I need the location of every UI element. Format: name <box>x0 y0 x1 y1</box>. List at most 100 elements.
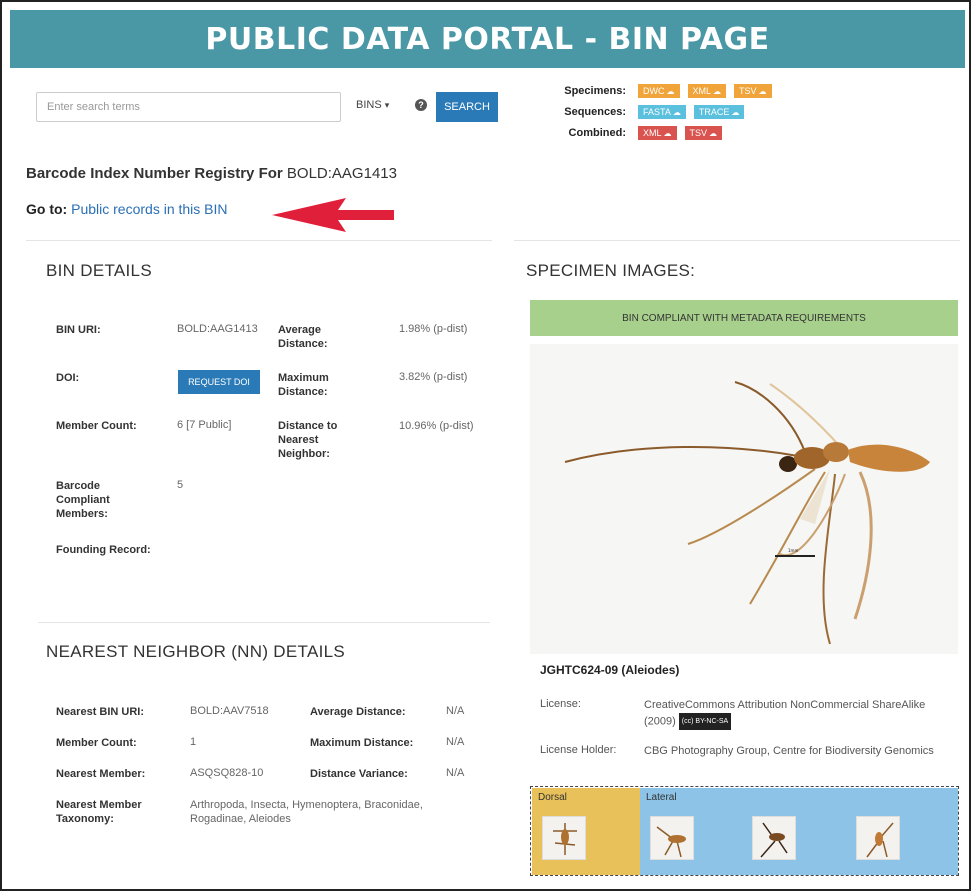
nearest-member-taxonomy-value: Arthropoda, Insecta, Hymenoptera, Bracon… <box>190 799 423 825</box>
nearest-member-value: ASQSQ828-10 <box>190 767 264 779</box>
nn-maximum-distance-label: Maximum Distance: <box>310 737 414 749</box>
license-holder-label: License Holder: <box>540 744 617 756</box>
public-records-link[interactable]: Public records in this BIN <box>71 201 227 217</box>
license-label: License: <box>540 698 581 710</box>
trace-label: TRACE <box>698 107 730 117</box>
dwc-label: DWC <box>643 86 665 96</box>
member-count-label: Member Count: <box>56 420 137 432</box>
doi-label: DOI: <box>56 372 80 384</box>
compliance-banner: BIN COMPLIANT WITH METADATA REQUIREMENTS <box>530 300 958 336</box>
nn-details-title: NEAREST NEIGHBOR (NN) DETAILS <box>46 642 346 661</box>
registry-heading: Barcode Index Number Registry For BOLD:A… <box>26 165 397 182</box>
cloud-download-icon: ☁ <box>731 107 740 117</box>
license-value: CreativeCommons Attribution NonCommercia… <box>644 698 944 730</box>
cloud-download-icon: ☁ <box>666 86 675 96</box>
divider <box>38 622 490 623</box>
lateral-label: Lateral <box>646 792 677 803</box>
cloud-download-icon: ☁ <box>713 86 722 96</box>
maximum-distance-value: 3.82% (p-dist) <box>399 371 468 383</box>
license-holder-value: CBG Photography Group, Centre for Biodiv… <box>644 745 934 757</box>
page-header: PUBLIC DATA PORTAL - BIN PAGE <box>10 10 965 68</box>
specimen-id[interactable]: JGHTC624-09 (Aleiodes) <box>540 663 679 677</box>
combined-xml-download[interactable]: XML ☁ <box>638 126 677 140</box>
download-combined-row: Combined: XML ☁ TSV ☁ <box>558 126 723 140</box>
nn-member-count-value: 1 <box>190 736 197 748</box>
nearest-member-taxonomy-label: Nearest Member Taxonomy: <box>56 799 142 825</box>
nn-average-distance-value: N/A <box>446 705 465 717</box>
specimens-tsv-download[interactable]: TSV ☁ <box>734 84 772 98</box>
download-sequences-row: Sequences: FASTA ☁ TRACE ☁ <box>558 105 745 119</box>
wasp-thumbnail-icon <box>760 822 788 858</box>
nn-member-count-label: Member Count: <box>56 737 137 749</box>
cloud-download-icon: ☁ <box>709 128 718 138</box>
nearest-bin-uri-label: Nearest BIN URI: <box>56 706 145 718</box>
fasta-label: FASTA <box>643 107 671 117</box>
chevron-down-icon: ▾ <box>384 100 390 110</box>
page-title: PUBLIC DATA PORTAL - BIN PAGE <box>205 21 770 57</box>
request-doi-button[interactable]: REQUEST DOI <box>178 370 260 394</box>
page-frame: PUBLIC DATA PORTAL - BIN PAGE Enter sear… <box>0 0 971 891</box>
specimen-images-title: SPECIMEN IMAGES: <box>526 261 696 280</box>
cloud-download-icon: ☁ <box>758 86 767 96</box>
search-input[interactable]: Enter search terms <box>36 92 341 122</box>
search-scope-label: BINS <box>356 99 382 111</box>
member-count-value: 6 [7 Public] <box>177 419 232 431</box>
lateral-thumbnail[interactable] <box>856 816 900 860</box>
cloud-download-icon: ☁ <box>672 107 681 117</box>
svg-text:1mm: 1mm <box>788 548 798 553</box>
dorsal-label: Dorsal <box>538 792 567 803</box>
nearest-member-label: Nearest Member: <box>56 768 146 780</box>
search-placeholder: Enter search terms <box>47 101 140 113</box>
search-button[interactable]: SEARCH <box>436 92 498 122</box>
average-distance-value: 1.98% (p-dist) <box>399 323 468 335</box>
wasp-thumbnail-icon <box>553 823 577 855</box>
wasp-specimen-image: 1mm <box>564 381 930 645</box>
combined-label: Combined: <box>568 127 626 139</box>
bin-details-title: BIN DETAILS <box>46 261 152 280</box>
barcode-compliant-label: Barcode Compliant Members: <box>56 480 110 520</box>
barcode-compliant-value: 5 <box>177 479 184 491</box>
xml-label: XML <box>643 128 662 138</box>
dorsal-thumbnail[interactable] <box>542 816 586 860</box>
registry-prefix: Barcode Index Number Registry For <box>26 165 283 182</box>
specimen-image[interactable]: 1mm <box>530 344 958 654</box>
registry-bin: BOLD:AAG1413 <box>286 165 397 182</box>
lateral-thumbnail[interactable] <box>650 816 694 860</box>
sequences-trace-download[interactable]: TRACE ☁ <box>693 105 745 119</box>
bin-uri-label: BIN URI: <box>56 324 101 336</box>
wasp-thumbnail-icon <box>656 826 686 858</box>
specimens-dwc-download[interactable]: DWC ☁ <box>638 84 680 98</box>
distance-variance-value: N/A <box>446 767 465 779</box>
tsv-label: TSV <box>739 86 757 96</box>
divider <box>26 240 492 241</box>
founding-record-label: Founding Record: <box>56 544 151 556</box>
cloud-download-icon: ☁ <box>663 128 672 138</box>
maximum-distance-label: Maximum Distance: <box>278 372 329 398</box>
goto-label: Go to: <box>26 201 68 217</box>
nearest-neighbor-distance-value: 10.96% (p-dist) <box>399 420 474 432</box>
bin-uri-value: BOLD:AAG1413 <box>177 323 258 335</box>
image-gallery: Dorsal Lateral <box>530 786 959 876</box>
cc-license-badge[interactable]: (cc) BY-NC-SA <box>678 713 732 730</box>
nearest-bin-uri-value: BOLD:AAV7518 <box>190 705 269 717</box>
help-icon[interactable]: ? <box>415 99 427 111</box>
specimens-xml-download[interactable]: XML ☁ <box>687 84 727 98</box>
divider <box>514 240 960 241</box>
distance-variance-label: Distance Variance: <box>310 768 408 780</box>
sequences-label: Sequences: <box>564 106 626 118</box>
xml-label: XML <box>692 86 712 96</box>
specimens-label: Specimens: <box>564 85 626 97</box>
lateral-view-panel[interactable]: Lateral <box>640 788 958 875</box>
nn-maximum-distance-value: N/A <box>446 736 465 748</box>
lateral-thumbnail[interactable] <box>752 816 796 860</box>
download-specimens-row: Specimens: DWC ☁ XML ☁ TSV ☁ <box>558 84 772 98</box>
goto-line: Go to: Public records in this BIN <box>26 201 228 217</box>
search-scope-dropdown[interactable]: BINS ▾ <box>356 99 389 111</box>
nn-average-distance-label: Average Distance: <box>310 706 406 718</box>
sequences-fasta-download[interactable]: FASTA ☁ <box>638 105 686 119</box>
red-arrow-annotation <box>272 198 394 232</box>
combined-tsv-download[interactable]: TSV ☁ <box>684 126 723 140</box>
average-distance-label: Average Distance: <box>278 324 328 350</box>
dorsal-view-panel[interactable]: Dorsal <box>532 788 640 875</box>
nearest-neighbor-distance-label: Distance to Nearest Neighbor: <box>278 420 338 460</box>
